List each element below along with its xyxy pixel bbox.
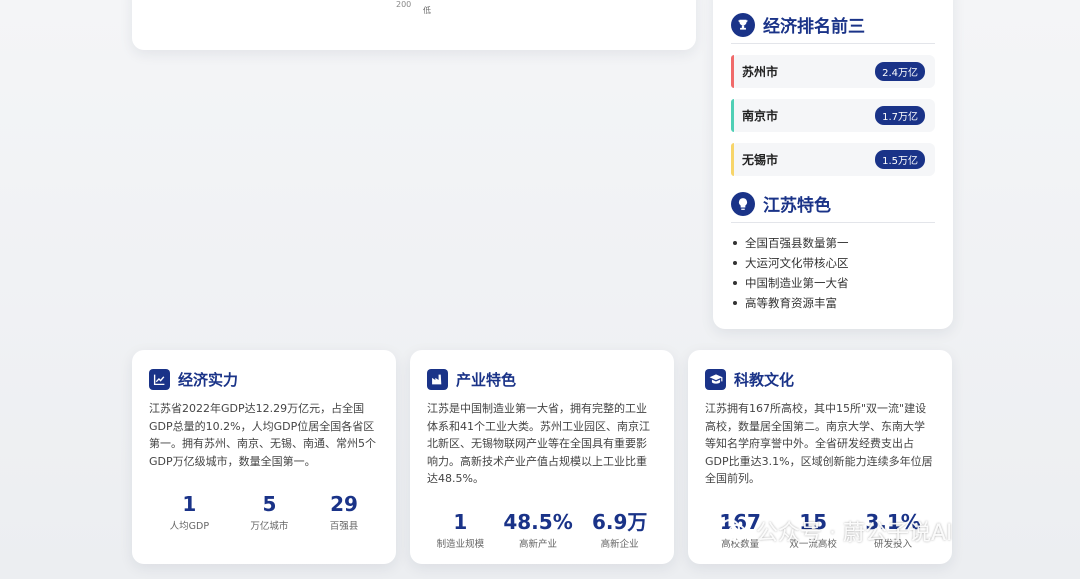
stat: 29 百强县 — [330, 492, 359, 532]
stat-label: 万亿城市 — [250, 521, 289, 532]
rank-gdp-badge: 1.7万亿 — [875, 106, 925, 125]
features-title: 江苏特色 — [731, 191, 831, 216]
rank-item-3[interactable]: 无锡市 1.5万亿 — [731, 143, 935, 176]
stat: 1 人均GDP — [170, 492, 209, 532]
rank-city: 苏州市 — [742, 65, 779, 79]
ranking-title: 经济排名前三 — [731, 12, 865, 37]
rank-color-bar — [731, 143, 734, 176]
list-item: 高等教育资源丰富 — [733, 293, 849, 313]
chart-line-icon — [149, 368, 170, 390]
economy-card: 经济实力 江苏省2022年GDP达12.29万亿元，占全国GDP总量的10.2%… — [132, 350, 396, 564]
industry-header: 产业特色 — [427, 368, 657, 390]
rank-city: 无锡市 — [742, 153, 779, 167]
education-header: 科教文化 — [705, 368, 935, 390]
rank-gdp-badge: 1.5万亿 — [875, 150, 925, 169]
rank-city: 南京市 — [742, 109, 779, 123]
industry-title: 产业特色 — [456, 370, 517, 389]
stat-label: 高新企业 — [600, 539, 639, 550]
ranking-panel: 经济排名前三 苏州市 2.4万亿 南京市 1.7万亿 无锡市 1.5万亿 江苏特… — [713, 0, 953, 329]
stat-label: 百强县 — [329, 521, 359, 532]
rank-color-bar — [731, 55, 734, 88]
stat-number: 1 — [182, 492, 197, 516]
ranking-title-text: 经济排名前三 — [763, 17, 865, 37]
graduation-cap-icon — [705, 368, 726, 390]
trophy-icon — [731, 12, 755, 37]
lightbulb-icon — [731, 191, 755, 216]
factory-icon — [427, 368, 448, 390]
stat-number: 6.9万 — [591, 510, 648, 534]
stat: 6.9万 高新企业 — [592, 510, 647, 550]
stat-label: 制造业规模 — [436, 539, 485, 550]
list-item: 大运河文化带核心区 — [733, 253, 849, 273]
stat-label: 高新产业 — [519, 539, 558, 550]
features-list: 全国百强县数量第一 大运河文化带核心区 中国制造业第一大省 高等教育资源丰富 — [733, 233, 849, 313]
industry-stats: 1 制造业规模 48.5% 高新产业 6.9万 高新企业 — [427, 510, 657, 550]
map-card: 200 低 — [132, 0, 696, 50]
stat-number: 29 — [330, 492, 358, 516]
stat-number: 5 — [262, 492, 277, 516]
watermark: 公众号 · 蔚公子说AI — [718, 515, 953, 547]
rank-item-1[interactable]: 苏州市 2.4万亿 — [731, 55, 935, 88]
economy-header: 经济实力 — [149, 368, 379, 390]
rank-item-2[interactable]: 南京市 1.7万亿 — [731, 99, 935, 132]
stat: 1 制造业规模 — [437, 510, 485, 550]
map-legend-low-label: 低 — [423, 6, 431, 15]
stat-label: 人均GDP — [169, 521, 210, 532]
economy-desc: 江苏省2022年GDP达12.29万亿元，占全国GDP总量的10.2%，人均GD… — [149, 402, 376, 468]
divider — [731, 43, 935, 44]
economy-title: 经济实力 — [178, 370, 239, 389]
industry-card: 产业特色 江苏是中国制造业第一大省，拥有完整的工业体系和41个工业大类。苏州工业… — [410, 350, 674, 564]
watermark-text: 公众号 · 蔚公子说AI — [756, 521, 953, 546]
list-item: 全国百强县数量第一 — [733, 233, 849, 253]
list-item: 中国制造业第一大省 — [733, 273, 849, 293]
education-desc: 江苏拥有167所高校，其中15所"双一流"建设高校，数量居全国第二。南京大学、东… — [705, 402, 933, 485]
industry-desc: 江苏是中国制造业第一大省，拥有完整的工业体系和41个工业大类。苏州工业园区、南京… — [427, 402, 650, 485]
stat-number: 48.5% — [503, 510, 573, 534]
divider — [731, 222, 935, 223]
stat: 5 万亿城市 — [250, 492, 288, 532]
rank-gdp-badge: 2.4万亿 — [875, 62, 925, 81]
wechat-icon — [718, 516, 748, 546]
rank-color-bar — [731, 99, 734, 132]
stat: 48.5% 高新产业 — [503, 510, 572, 550]
economy-stats: 1 人均GDP 5 万亿城市 29 百强县 — [149, 492, 379, 532]
features-title-text: 江苏特色 — [763, 196, 831, 216]
map-legend-value: 200 — [396, 0, 412, 9]
stat-number: 1 — [453, 510, 468, 534]
education-title: 科教文化 — [734, 370, 795, 389]
